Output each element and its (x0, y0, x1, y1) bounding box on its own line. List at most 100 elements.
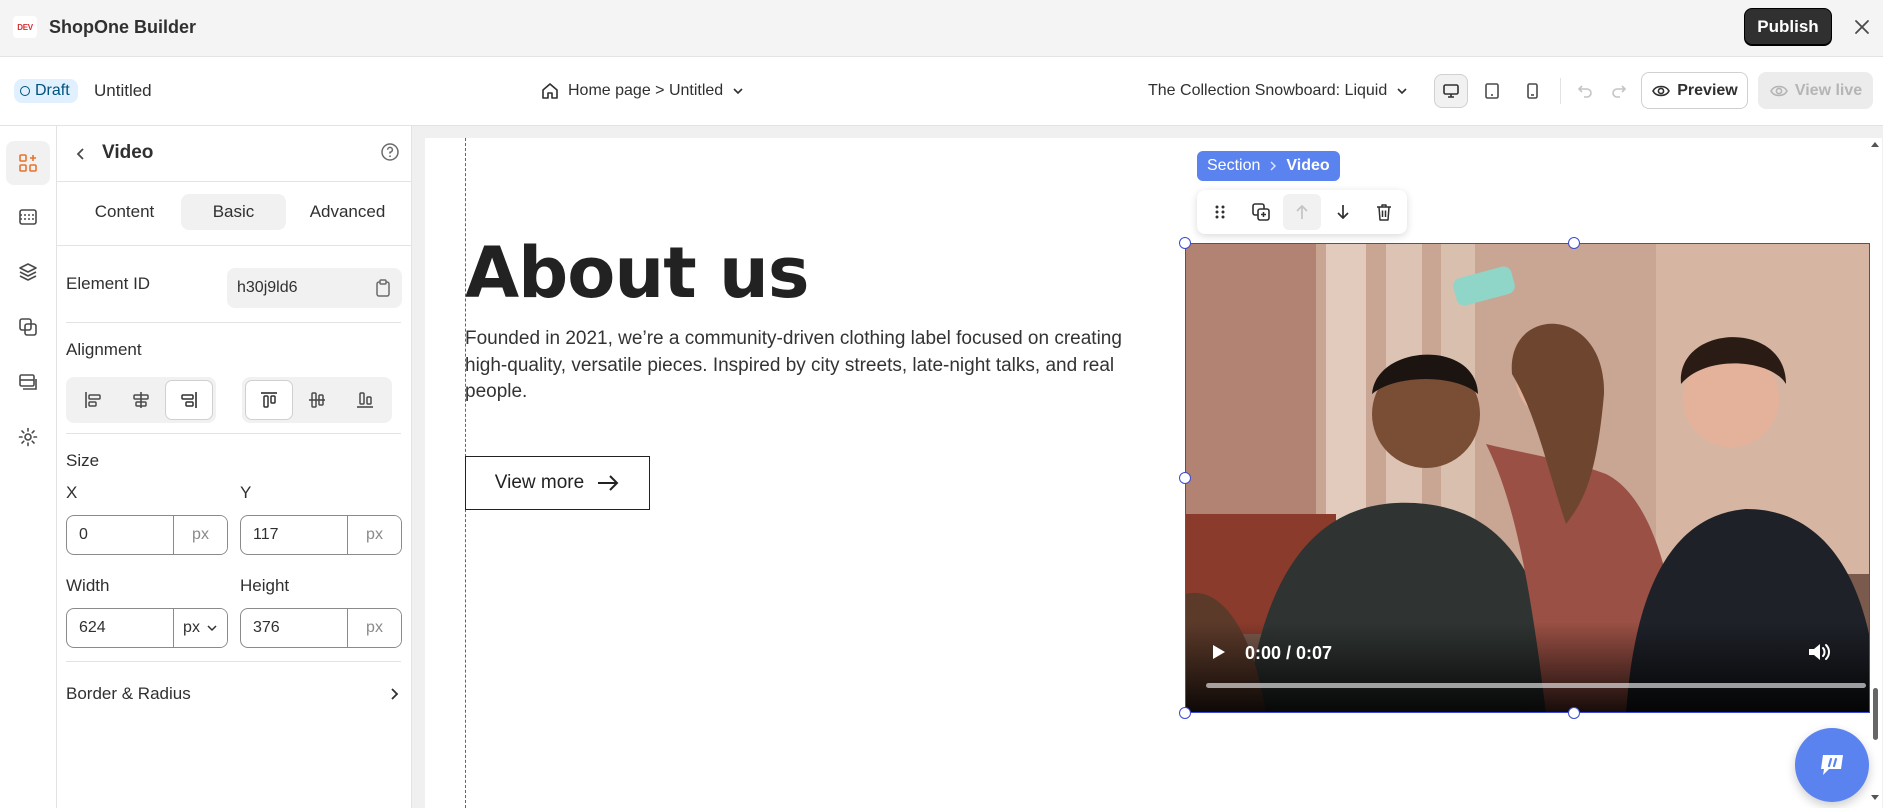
height-input[interactable]: 376 (241, 609, 347, 647)
tab-advanced[interactable]: Advanced (290, 194, 405, 230)
editor-toolbar (0, 57, 1883, 126)
play-icon[interactable] (1208, 642, 1228, 662)
rail-sections[interactable] (6, 195, 50, 239)
app-logo: DEV (13, 16, 37, 38)
page-selector[interactable]: Home page > Untitled (540, 78, 745, 104)
scroll-down-icon[interactable] (1869, 792, 1881, 802)
height-label: Height (240, 576, 290, 595)
element-breadcrumb: Section Video (1197, 151, 1340, 181)
eye-icon (1652, 85, 1671, 96)
height-field[interactable]: 376 px (240, 608, 402, 648)
status-badge: Draft (14, 79, 78, 103)
resize-handle-middle-left[interactable] (1179, 472, 1191, 484)
border-radius-row[interactable]: Border & Radius (66, 674, 401, 714)
page-name[interactable]: Untitled (94, 81, 152, 101)
width-field[interactable]: 624 px (66, 608, 228, 648)
element-id-field[interactable]: h30j9ld6 (227, 268, 402, 308)
align-center-icon (133, 392, 149, 408)
rail-settings[interactable] (6, 415, 50, 459)
video-player[interactable]: 0:00 / 0:07 (1185, 243, 1870, 713)
y-field[interactable]: 117 px (240, 515, 402, 555)
align-left-button[interactable] (70, 381, 116, 419)
divider (66, 661, 401, 662)
close-icon[interactable] (1849, 14, 1875, 40)
resize-handle-top-center[interactable] (1568, 237, 1580, 249)
rail-templates[interactable] (6, 305, 50, 349)
top-bar: DEV ShopOne Builder Publish (0, 0, 1883, 57)
layers-icon (19, 263, 37, 281)
trash-icon (1377, 204, 1392, 221)
divider (66, 322, 401, 323)
align-bottom-button[interactable] (342, 381, 388, 419)
align-center-button[interactable] (118, 381, 164, 419)
y-label: Y (240, 483, 252, 502)
drag-handle[interactable] (1201, 194, 1238, 230)
element-id-label: Element ID (66, 274, 151, 293)
tablet-view-button[interactable] (1475, 74, 1509, 108)
panel-tabs: Content Basic Advanced (57, 182, 412, 246)
move-up-button[interactable] (1283, 194, 1321, 230)
copy-icon[interactable] (372, 277, 394, 299)
y-input[interactable]: 117 (241, 516, 347, 554)
element-id-value: h30j9ld6 (237, 279, 298, 296)
width-unit-select[interactable]: px (173, 609, 227, 647)
view-live-button-label: View live (1794, 81, 1863, 99)
gear-icon (18, 427, 38, 447)
width-label: Width (66, 576, 110, 595)
align-middle-button[interactable] (294, 381, 340, 419)
x-input[interactable]: 0 (67, 516, 173, 554)
canvas-scrollbar[interactable] (1869, 138, 1881, 808)
resize-handle-top-left[interactable] (1179, 237, 1191, 249)
publish-button[interactable]: Publish (1744, 8, 1832, 46)
align-top-button[interactable] (246, 381, 292, 419)
width-input[interactable]: 624 (67, 609, 173, 647)
desktop-icon (1443, 84, 1459, 98)
align-left-icon (85, 392, 101, 408)
mobile-view-button[interactable] (1515, 74, 1549, 108)
about-paragraph[interactable]: Founded in 2021, we’re a community-drive… (465, 326, 1160, 406)
scroll-thumb[interactable] (1873, 688, 1878, 740)
undo-button[interactable] (1572, 78, 1598, 104)
panel-title: Video (102, 142, 154, 163)
delete-button[interactable] (1366, 194, 1403, 230)
video-progress-bar[interactable] (1206, 683, 1866, 688)
redo-button[interactable] (1606, 78, 1632, 104)
draft-dot-icon (20, 86, 30, 96)
help-icon[interactable] (377, 139, 403, 165)
y-unit: px (347, 516, 401, 554)
rail-layers[interactable] (6, 250, 50, 294)
volume-icon[interactable] (1806, 640, 1832, 664)
duplicate-button[interactable] (1242, 194, 1279, 230)
tab-basic[interactable]: Basic (181, 194, 286, 230)
align-right-button[interactable] (166, 381, 212, 419)
view-live-button[interactable]: View live (1758, 72, 1873, 109)
chat-support-button[interactable] (1795, 728, 1869, 802)
scroll-up-icon[interactable] (1869, 140, 1881, 150)
preview-button[interactable]: Preview (1641, 72, 1748, 109)
mobile-icon (1527, 83, 1538, 99)
back-button[interactable] (69, 142, 93, 166)
tab-content[interactable]: Content (72, 194, 177, 230)
resize-handle-bottom-center[interactable] (1568, 707, 1580, 719)
theme-selector[interactable]: The Collection Snowboard: Liquid (1148, 78, 1409, 104)
view-more-button[interactable]: View more (465, 456, 650, 510)
app-title: ShopOne Builder (49, 17, 197, 37)
templates-icon (19, 318, 37, 336)
about-heading[interactable]: About us (465, 232, 810, 314)
divider (66, 433, 401, 434)
chevron-down-icon (733, 88, 743, 95)
arrow-up-icon (1296, 204, 1308, 219)
breadcrumb-video[interactable]: Video (1286, 157, 1329, 175)
preview-button-label: Preview (1677, 81, 1738, 99)
desktop-view-button[interactable] (1434, 74, 1468, 108)
page-selector-label: Home page > Untitled (568, 82, 724, 99)
chevron-right-icon (1270, 161, 1277, 171)
move-down-button[interactable] (1325, 194, 1362, 230)
align-bottom-icon (357, 392, 373, 408)
rail-add-elements[interactable] (6, 141, 50, 185)
breadcrumb-section[interactable]: Section (1207, 157, 1260, 175)
resize-handle-bottom-left[interactable] (1179, 707, 1191, 719)
rail-media[interactable] (6, 360, 50, 404)
status-badge-label: Draft (35, 82, 70, 99)
x-field[interactable]: 0 px (66, 515, 228, 555)
